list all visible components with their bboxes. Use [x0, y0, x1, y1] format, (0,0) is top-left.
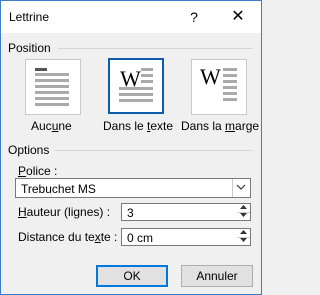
- arrow-up-icon: [240, 230, 247, 234]
- font-select-value: Trebuchet MS: [21, 182, 96, 196]
- arrow-up-icon: [240, 205, 247, 209]
- font-label: Police :: [18, 164, 58, 178]
- height-spinner[interactable]: 3: [121, 203, 251, 221]
- position-margin-icon: W: [200, 64, 237, 101]
- position-margin-tile[interactable]: W: [191, 59, 247, 115]
- position-margin-label: Dans la marge: [181, 119, 260, 133]
- font-select-dropdown-button[interactable]: [232, 179, 250, 197]
- distance-decrement-button[interactable]: [237, 237, 250, 245]
- font-select[interactable]: Trebuchet MS: [15, 178, 251, 198]
- drop-cap-dialog: Lettrine ? ✕ Position Aucune W Dans le t…: [0, 0, 262, 295]
- position-none-icon: [35, 68, 69, 106]
- position-none-tile[interactable]: [25, 59, 81, 115]
- position-divider: [58, 48, 253, 49]
- svg-text:W: W: [200, 64, 221, 89]
- position-dropped-label: Dans le texte: [103, 119, 174, 133]
- dialog-title: Lettrine: [9, 10, 50, 24]
- distance-label: Distance du texte :: [18, 230, 118, 244]
- arrow-down-icon: [240, 213, 247, 217]
- height-spinner-value: 3: [127, 206, 134, 220]
- options-group-label: Options: [8, 143, 50, 157]
- ok-button[interactable]: OK: [96, 265, 168, 287]
- position-group-label: Position: [8, 41, 51, 55]
- position-dropped-tile[interactable]: W: [108, 58, 164, 114]
- arrow-down-icon: [240, 238, 247, 242]
- height-decrement-button[interactable]: [237, 212, 250, 220]
- position-dropped-icon: W: [119, 66, 153, 102]
- chevron-down-icon: [236, 184, 246, 190]
- title-bar: Lettrine ? ✕: [1, 1, 261, 33]
- distance-spinner[interactable]: 0 cm: [121, 228, 251, 246]
- help-button[interactable]: ?: [184, 7, 204, 27]
- options-divider: [55, 150, 253, 151]
- close-button[interactable]: ✕: [227, 7, 249, 27]
- cancel-button[interactable]: Annuler: [181, 265, 253, 287]
- position-none-label: Aucune: [31, 119, 72, 133]
- distance-spinner-value: 0 cm: [127, 231, 154, 245]
- height-label: Hauteur (lignes) :: [18, 205, 111, 219]
